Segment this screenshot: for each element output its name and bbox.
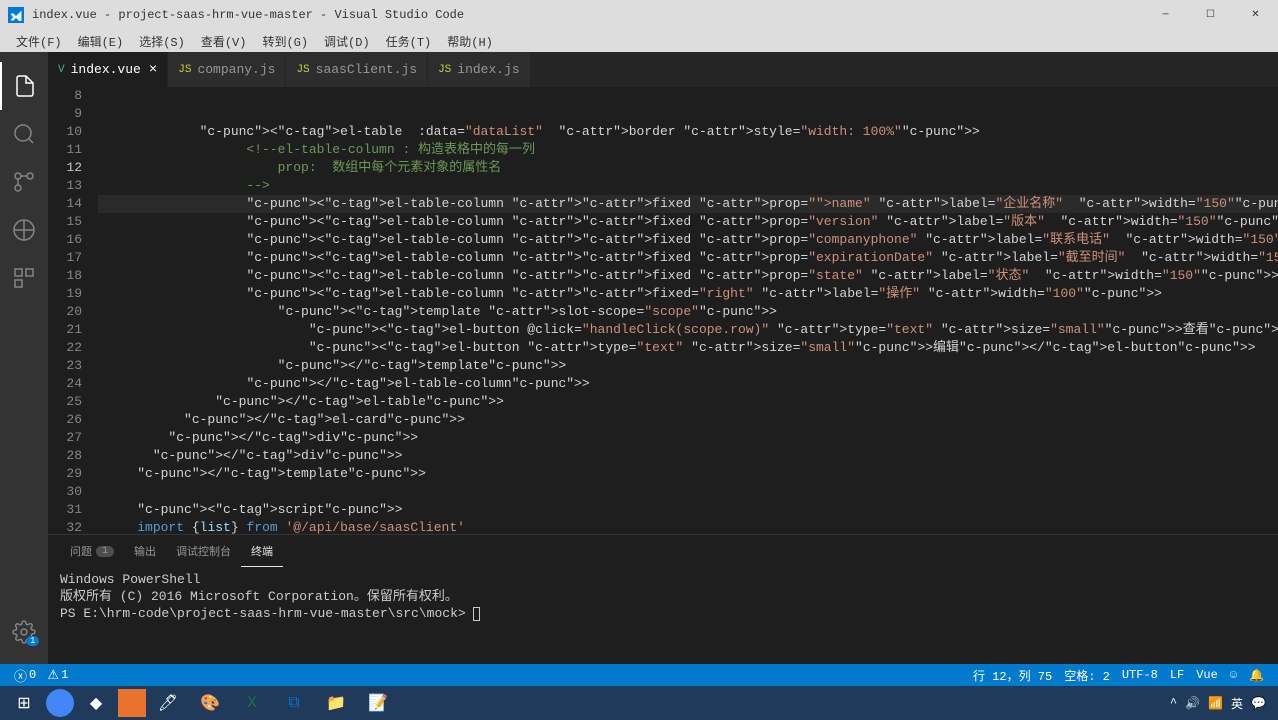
tray-action-center-icon[interactable]: 💬: [1251, 696, 1266, 711]
close-icon[interactable]: ×: [149, 62, 157, 78]
tab-index-js[interactable]: JSindex.js: [428, 52, 531, 87]
status-feedback-icon[interactable]: ☺: [1224, 667, 1243, 684]
taskbar-app-icon[interactable]: 🎨: [190, 688, 230, 718]
menu-select[interactable]: 选择(S): [131, 33, 193, 50]
code-content[interactable]: "c-punc"><"c-tag">el-table :data="dataLi…: [98, 87, 1278, 534]
line-gutter: 8910111213141516171819202122232425262728…: [48, 87, 98, 534]
taskbar-explorer-icon[interactable]: 📁: [316, 688, 356, 718]
taskbar-app-icon[interactable]: ◆: [76, 688, 116, 718]
tray-chevron-icon[interactable]: ^: [1170, 696, 1177, 710]
status-bar: ⓧ0 ⚠1 行 12，列 75 空格: 2 UTF-8 LF Vue ☺ 🔔: [0, 664, 1278, 686]
tray-ime[interactable]: 英: [1231, 695, 1243, 712]
menu-debug[interactable]: 调试(D): [316, 33, 378, 50]
taskbar-excel-icon[interactable]: X: [232, 688, 272, 718]
debug-icon[interactable]: [0, 206, 48, 254]
tab-saas-client-js[interactable]: JSsaasClient.js: [286, 52, 428, 87]
status-notifications-icon[interactable]: 🔔: [1243, 667, 1270, 684]
menu-bar: 文件(F) 编辑(E) 选择(S) 查看(V) 转到(G) 调试(D) 任务(T…: [0, 30, 1278, 52]
tab-company-js[interactable]: JScompany.js: [168, 52, 286, 87]
activity-bar: [0, 52, 48, 664]
windows-taskbar: ⊞ ◆ 🖊 🎨 X ⧉ 📁 📝 ^ 🔊 📶 英 💬: [0, 686, 1278, 720]
vscode-icon: [8, 7, 24, 23]
extensions-icon[interactable]: [0, 254, 48, 302]
minimize-button[interactable]: ─: [1143, 0, 1188, 30]
status-ln-col[interactable]: 行 12，列 75: [967, 667, 1058, 684]
search-icon[interactable]: [0, 110, 48, 158]
explorer-icon[interactable]: [0, 62, 48, 110]
status-encoding[interactable]: UTF-8: [1116, 667, 1164, 684]
menu-task[interactable]: 任务(T): [378, 33, 440, 50]
status-errors[interactable]: ⓧ0 ⚠1: [8, 666, 74, 685]
tab-index-vue[interactable]: Vindex.vue×: [48, 52, 168, 87]
status-eol[interactable]: LF: [1164, 667, 1190, 684]
menu-view[interactable]: 查看(V): [193, 33, 255, 50]
tray-wifi-icon[interactable]: 📶: [1208, 696, 1223, 711]
system-tray: ^ 🔊 📶 英 💬: [1170, 695, 1274, 712]
panel-tab-problems[interactable]: 问题1: [60, 535, 124, 567]
editor-tabs: Vindex.vue× JScompany.js JSsaasClient.js…: [48, 52, 1278, 87]
editor-area: Vindex.vue× JScompany.js JSsaasClient.js…: [48, 52, 1278, 664]
taskbar-vscode-icon[interactable]: ⧉: [274, 688, 314, 718]
panel-tab-terminal[interactable]: 终端: [241, 535, 283, 567]
panel-tab-debug-console[interactable]: 调试控制台: [166, 535, 241, 567]
menu-edit[interactable]: 编辑(E): [70, 33, 132, 50]
menu-help[interactable]: 帮助(H): [439, 33, 501, 50]
terminal-content[interactable]: Windows PowerShell版权所有 (C) 2016 Microsof…: [48, 567, 1278, 664]
settings-gear-icon[interactable]: 1: [0, 608, 48, 656]
panel-tab-output[interactable]: 输出: [124, 535, 166, 567]
code-editor[interactable]: 8910111213141516171819202122232425262728…: [48, 87, 1278, 534]
panel-tabs: 问题1 输出 调试控制台 终端 2: powershell + ◫ 🗑 ^ ☐ …: [48, 535, 1278, 567]
maximize-button[interactable]: ☐: [1188, 0, 1233, 30]
status-language[interactable]: Vue: [1190, 667, 1224, 684]
taskbar-notepad-icon[interactable]: 📝: [358, 688, 398, 718]
taskbar-app-icon[interactable]: [118, 689, 146, 717]
source-control-icon[interactable]: [0, 158, 48, 206]
bottom-panel: 问题1 输出 调试控制台 终端 2: powershell + ◫ 🗑 ^ ☐ …: [48, 534, 1278, 664]
close-button[interactable]: ✕: [1233, 0, 1278, 30]
tray-volume-icon[interactable]: 🔊: [1185, 696, 1200, 711]
status-spaces[interactable]: 空格: 2: [1058, 667, 1116, 684]
taskbar-app-icon[interactable]: 🖊: [148, 688, 188, 718]
taskbar-chrome-icon[interactable]: [46, 689, 74, 717]
menu-file[interactable]: 文件(F): [8, 33, 70, 50]
menu-goto[interactable]: 转到(G): [254, 33, 316, 50]
window-titlebar: index.vue - project-saas-hrm-vue-master …: [0, 0, 1278, 30]
start-button[interactable]: ⊞: [4, 688, 44, 718]
window-title: index.vue - project-saas-hrm-vue-master …: [32, 8, 1143, 22]
